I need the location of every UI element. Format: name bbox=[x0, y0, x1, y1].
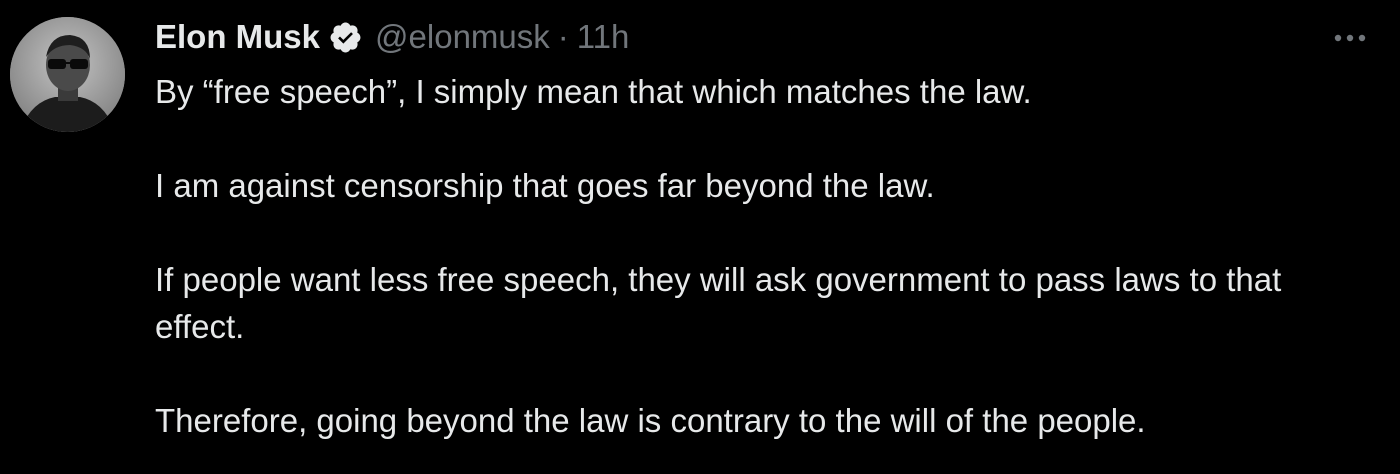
tweet-card: Elon Musk @elonmusk · 11h By “free speec… bbox=[0, 0, 1400, 474]
tweet-paragraph: Therefore, going beyond the law is contr… bbox=[155, 402, 1146, 439]
handle[interactable]: @elonmusk bbox=[375, 14, 550, 60]
avatar-image bbox=[10, 17, 125, 132]
tweet-paragraph: I am against censorship that goes far be… bbox=[155, 167, 935, 204]
timestamp[interactable]: 11h bbox=[577, 14, 630, 60]
more-options-icon[interactable] bbox=[1330, 24, 1370, 52]
display-name[interactable]: Elon Musk bbox=[155, 14, 320, 60]
verified-badge-icon bbox=[328, 20, 363, 55]
separator-dot: · bbox=[557, 18, 569, 55]
tweet-text: By “free speech”, I simply mean that whi… bbox=[155, 68, 1355, 444]
tweet-paragraph: If people want less free speech, they wi… bbox=[155, 261, 1282, 345]
tweet-header: Elon Musk @elonmusk · 11h bbox=[155, 14, 629, 60]
tweet-paragraph: By “free speech”, I simply mean that whi… bbox=[155, 73, 1032, 110]
avatar[interactable] bbox=[10, 17, 125, 132]
